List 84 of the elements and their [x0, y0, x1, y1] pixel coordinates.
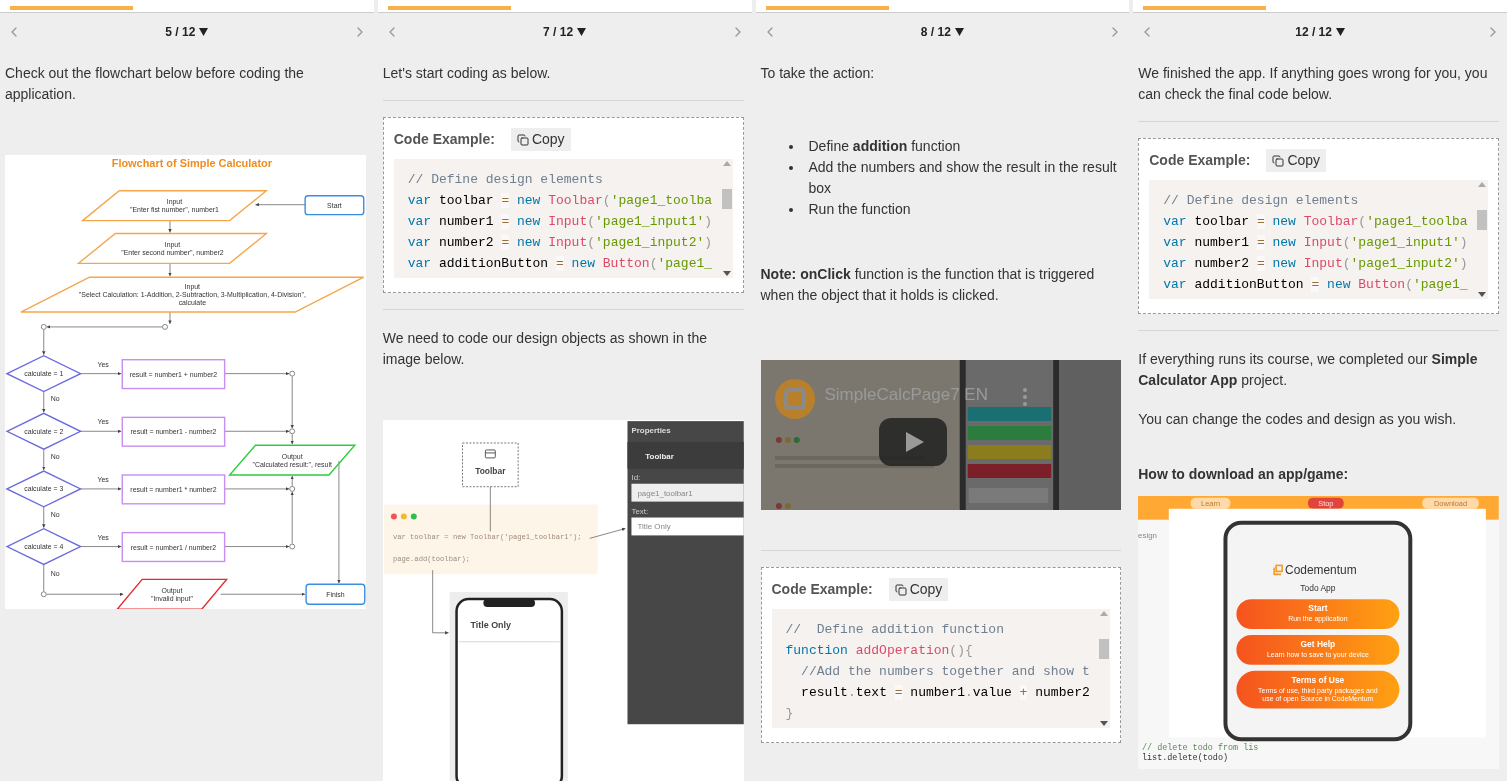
scrollbar-thumb[interactable]: [721, 188, 732, 209]
more-icon[interactable]: [1021, 387, 1028, 407]
connector-line: [489, 486, 491, 532]
flowchart-title: Flowchart of Simple Calculator: [111, 156, 272, 169]
paragraph: We finished the app. If anything goes wrong for you, you can check the final code below.: [1138, 64, 1489, 104]
page-selector[interactable]: 8 / 12: [920, 23, 964, 41]
list-item: Run the function: [808, 200, 911, 219]
junction-dot: [162, 324, 168, 330]
junction-dot: [289, 428, 296, 435]
play-button[interactable]: [878, 418, 947, 466]
scroll-up-icon[interactable]: [1478, 182, 1486, 187]
junction-dot: [40, 324, 47, 330]
copy-icon: [516, 133, 529, 146]
caret-icon: [199, 28, 209, 36]
code-line: var number1 = new Input('page1_input1'): [1163, 234, 1468, 252]
code-line: var number2 = new Input('page1_input2'): [407, 234, 713, 252]
code-line: result.text = number1.value + number2: [800, 684, 1090, 702]
window-icon: [484, 449, 496, 459]
scroll-up-icon[interactable]: [722, 161, 731, 166]
channel-logo-icon[interactable]: [774, 379, 815, 419]
code-line: //Add the numbers together and show t: [800, 663, 1090, 681]
copy-icon: [894, 583, 907, 596]
connector-line: [43, 564, 45, 592]
code-line: // Define addition function: [785, 621, 1004, 639]
logo-icon: [1273, 564, 1284, 576]
copy-button[interactable]: Copy: [888, 578, 949, 601]
code-line: list.delete(todo): [1142, 753, 1229, 764]
scrollbar-thumb[interactable]: [1477, 209, 1487, 230]
code-line: // delete todo from lis: [1142, 743, 1259, 754]
field-label: Id:: [631, 472, 641, 482]
paragraph: Check out the flowchart below before coding the application.: [5, 64, 305, 104]
page-selector[interactable]: 5 / 12: [165, 23, 209, 41]
page-selector[interactable]: 12 / 12: [1295, 23, 1345, 41]
paragraph: To take the action:: [760, 64, 876, 83]
app-title: Todo App: [1300, 583, 1336, 594]
page-selector[interactable]: 7 / 12: [543, 23, 587, 41]
toolbar-title: Title Only: [470, 619, 511, 630]
code-line: var toolbar = new Toolbar('page1_toolba: [1163, 213, 1468, 231]
code-line: }: [785, 705, 794, 723]
window-dots-icon: [390, 513, 417, 520]
bullet-icon: [788, 166, 793, 170]
paragraph: We need to code our design objects as shown in the image below.: [382, 329, 709, 369]
properties-title: Properties: [631, 426, 671, 436]
code-line: // Define design elements: [1163, 192, 1359, 210]
code-line: var number1 = new Input('page1_input1'): [407, 213, 713, 231]
bullet-icon: [788, 145, 793, 149]
list-item: Add the numbers and show the result in the result box: [808, 158, 1118, 198]
code-line: var number2 = new Input('page1_input2'): [1163, 255, 1468, 273]
code-line: function addOperation(){: [785, 642, 973, 660]
paragraph: If everything runs its course, we completed our Simple Calculator App project.: [1138, 350, 1479, 390]
section-heading: How to download an app/game:: [1138, 465, 1350, 484]
code-line: var additionButton = new Button('page1_: [407, 255, 713, 273]
field-label: Text:: [631, 506, 648, 516]
caret-icon: [1335, 28, 1345, 36]
scroll-down-icon[interactable]: [1478, 292, 1486, 297]
code-line: var toolbar = new Toolbar('page1_toolba: [407, 192, 713, 210]
code-heading: Code Example:: [393, 130, 495, 149]
junction-dot: [289, 486, 296, 492]
list-item: Define addition function: [808, 137, 961, 156]
scroll-down-icon[interactable]: [1100, 721, 1109, 726]
code-line: // Define design elements: [407, 171, 603, 189]
component-card: [461, 442, 519, 488]
code-heading: Code Example:: [1149, 151, 1251, 170]
component-label: Toolbar: [474, 465, 506, 476]
code-line: var additionButton = new Button('page1_: [1163, 276, 1468, 294]
scrollbar-thumb[interactable]: [1099, 638, 1110, 659]
copy-button[interactable]: Copy: [510, 128, 571, 151]
paragraph: You can change the codes and design as you wish.: [1138, 410, 1458, 429]
scroll-up-icon[interactable]: [1100, 611, 1109, 616]
paragraph: Let's start coding as below.: [382, 64, 552, 83]
copy-button[interactable]: Copy: [1266, 149, 1327, 172]
junction-dot: [40, 591, 47, 598]
junction-dot: [289, 543, 296, 550]
brand-name: Codementum: [1285, 563, 1357, 578]
paragraph: Note: onClick function is the function that is triggered when the object that it holds is clicked.: [760, 265, 1096, 305]
junction-dot: [289, 370, 296, 377]
editor-tab[interactable]: esign: [1138, 530, 1158, 540]
scroll-down-icon[interactable]: [722, 271, 731, 276]
bullet-icon: [788, 208, 793, 212]
caret-icon: [577, 28, 587, 36]
copy-icon: [1272, 154, 1285, 167]
caret-icon: [954, 28, 964, 36]
component-name: Toolbar: [645, 451, 674, 461]
code-heading: Code Example:: [771, 580, 873, 599]
